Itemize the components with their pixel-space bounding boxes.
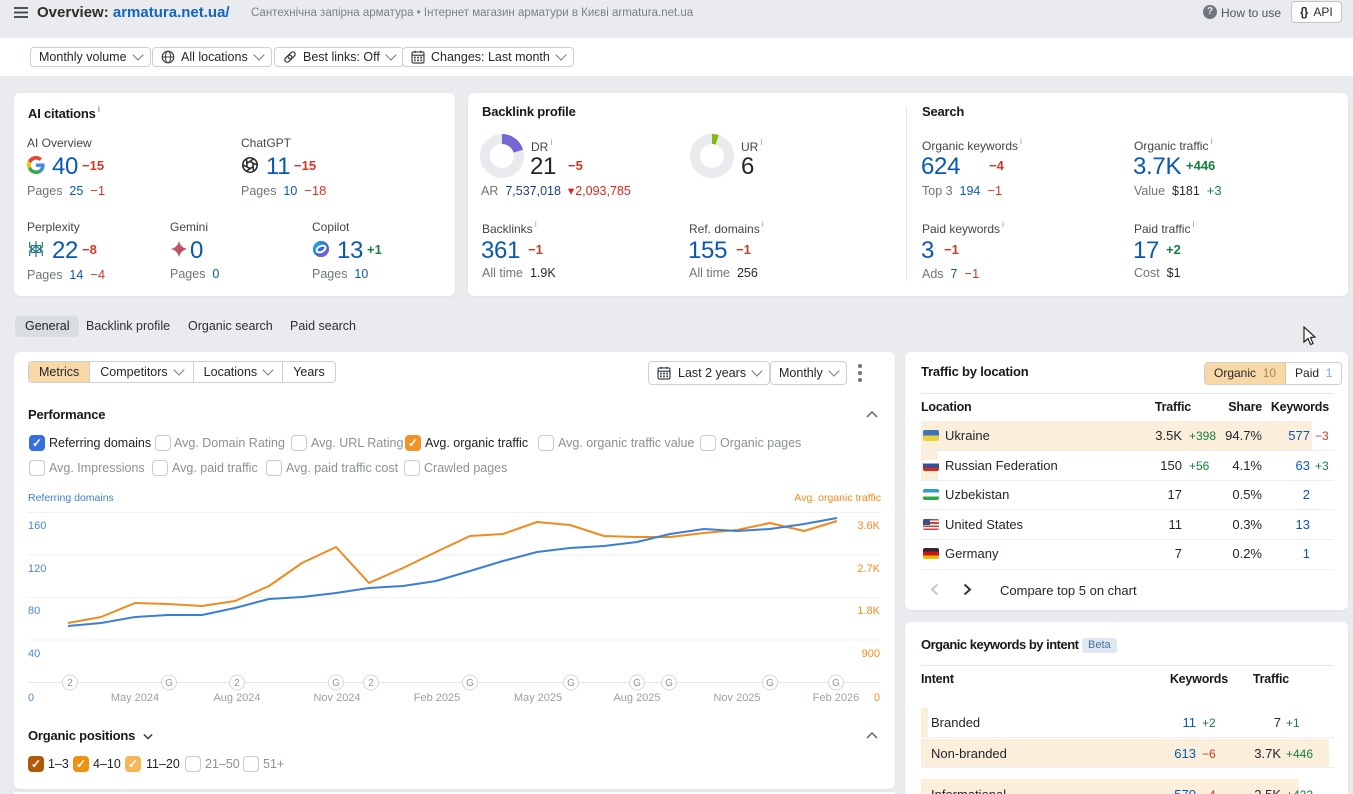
svg-text:Nov 2024: Nov 2024 [313, 692, 360, 704]
svg-text:2: 2 [67, 678, 73, 689]
svg-text:Aug 2025: Aug 2025 [613, 692, 660, 704]
svg-text:G: G [665, 678, 673, 689]
svg-text:G: G [633, 678, 641, 689]
svg-text:G: G [832, 678, 840, 689]
svg-text:1.8K: 1.8K [857, 605, 880, 617]
svg-text:120: 120 [28, 563, 46, 575]
svg-text:3.6K: 3.6K [857, 520, 880, 532]
svg-text:2.7K: 2.7K [857, 563, 880, 575]
svg-text:2: 2 [368, 678, 374, 689]
svg-text:0: 0 [874, 692, 880, 704]
svg-text:G: G [165, 678, 173, 689]
svg-text:May 2025: May 2025 [514, 692, 562, 704]
svg-text:160: 160 [28, 520, 46, 532]
svg-text:Feb 2025: Feb 2025 [414, 692, 460, 704]
svg-text:G: G [766, 678, 774, 689]
svg-text:900: 900 [862, 648, 880, 660]
svg-text:G: G [332, 678, 340, 689]
svg-text:40: 40 [28, 648, 40, 660]
svg-text:G: G [466, 678, 474, 689]
svg-text:G: G [567, 678, 575, 689]
svg-text:0: 0 [28, 692, 34, 704]
svg-text:Nov 2025: Nov 2025 [713, 692, 760, 704]
svg-text:80: 80 [28, 605, 40, 617]
svg-text:Aug 2024: Aug 2024 [213, 692, 260, 704]
svg-text:2: 2 [234, 678, 240, 689]
svg-text:May 2024: May 2024 [111, 692, 159, 704]
svg-text:Feb 2026: Feb 2026 [813, 692, 859, 704]
